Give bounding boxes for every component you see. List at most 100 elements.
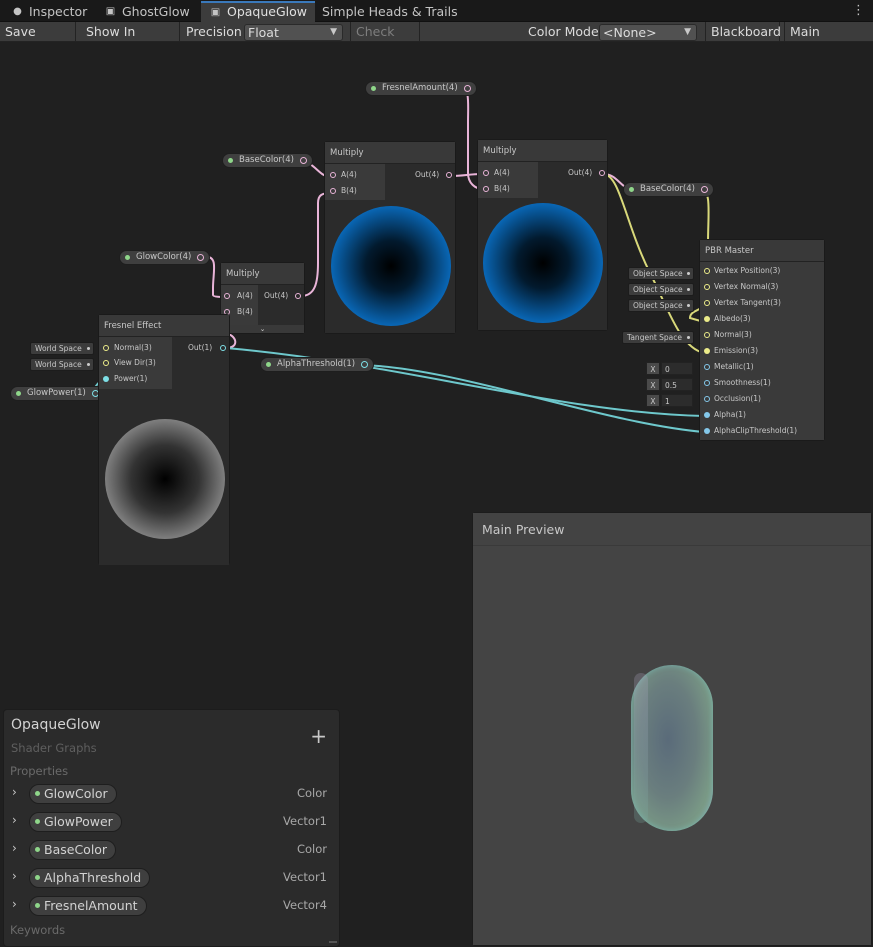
chevron-right-icon[interactable]: ›	[12, 869, 17, 883]
blackboard-toggle-button[interactable]: Blackboard	[705, 22, 781, 42]
output-port[interactable]	[463, 85, 471, 92]
property-node-fresnel-amount[interactable]: FresnelAmount(4)	[365, 81, 477, 96]
multiply-node[interactable]: Multiply A(4) B(4) Out(4) ⌄	[220, 262, 305, 334]
view-space-selector[interactable]: World Space	[30, 358, 94, 371]
main-preview-viewport[interactable]	[473, 546, 871, 945]
blackboard-panel[interactable]: OpaqueGlow Shader Graphs + Properties › …	[3, 709, 340, 947]
node-title: Multiply	[325, 142, 455, 164]
input-port-view-dir[interactable]: View Dir(3)	[103, 356, 156, 370]
show-in-project-button[interactable]: Show In Project	[81, 22, 180, 59]
input-port-normal[interactable]: Normal(3)	[103, 341, 152, 355]
input-port-b[interactable]: B(4)	[330, 184, 357, 198]
tab-simple-heads-trails[interactable]: Simple Heads & Trails	[296, 2, 466, 22]
main-preview-panel[interactable]: Main Preview	[472, 512, 872, 946]
property-pill[interactable]: GlowPower	[29, 812, 122, 832]
output-port[interactable]	[299, 157, 307, 164]
property-pill[interactable]: GlowColor	[29, 784, 117, 804]
input-port-power[interactable]: Power(1)	[103, 372, 147, 386]
input-port-albedo[interactable]: Albedo(3)	[704, 312, 751, 326]
metallic-value[interactable]: 0	[661, 362, 693, 375]
input-port-vertex-tangent[interactable]: Vertex Tangent(3)	[704, 296, 781, 310]
property-pill[interactable]: FresnelAmount	[29, 896, 147, 916]
port-dot	[330, 188, 336, 194]
input-port-vertex-normal[interactable]: Vertex Normal(3)	[704, 280, 778, 294]
property-row[interactable]: › BaseColor Color	[4, 838, 339, 862]
precision-dropdown[interactable]: Float ▼	[244, 24, 343, 41]
input-port-alpha-clip-threshold[interactable]: AlphaClipThreshold(1)	[704, 424, 797, 438]
input-port-occlusion[interactable]: Occlusion(1)	[704, 392, 761, 406]
pbr-master-node[interactable]: PBR Master Vertex Position(3) Vertex Nor…	[699, 239, 825, 441]
input-port-smoothness[interactable]: Smoothness(1)	[704, 376, 771, 390]
vertex-normal-space-selector[interactable]: Object Space	[628, 283, 694, 296]
input-port-alpha[interactable]: Alpha(1)	[704, 408, 746, 422]
port-dot	[295, 293, 301, 299]
chevron-right-icon[interactable]: ›	[12, 841, 17, 855]
check-out-button[interactable]: Check Out	[350, 22, 420, 59]
property-dot	[629, 187, 634, 192]
tab-label: Inspector	[29, 4, 88, 19]
smoothness-value-field[interactable]: X 0.5	[646, 378, 694, 391]
input-port-emission[interactable]: Emission(3)	[704, 344, 758, 358]
property-pill[interactable]: BaseColor	[29, 840, 117, 860]
collapse-chevron-icon[interactable]: ⌄	[221, 325, 304, 333]
property-type: Color	[296, 842, 327, 856]
output-port[interactable]	[700, 186, 708, 193]
vertex-tangent-space-selector[interactable]: Object Space	[628, 299, 694, 312]
property-row[interactable]: › FresnelAmount Vector4	[4, 894, 339, 918]
chevron-down-icon: ▼	[330, 27, 337, 37]
output-port-out[interactable]: Out(4)	[415, 168, 452, 182]
port-label: View Dir(3)	[114, 358, 156, 367]
tab-ghostglow[interactable]: ▣ GhostGlow	[96, 2, 200, 22]
property-dot	[35, 791, 40, 796]
property-row[interactable]: › GlowColor Color	[4, 782, 339, 806]
property-node-glow-color[interactable]: GlowColor(4)	[119, 250, 211, 265]
output-port-out[interactable]: Out(4)	[568, 166, 605, 180]
property-row[interactable]: › AlphaThreshold Vector1	[4, 866, 339, 890]
property-node-glow-power[interactable]: GlowPower(1)	[10, 386, 105, 401]
resize-handle[interactable]	[329, 941, 337, 943]
input-port-vertex-position[interactable]: Vertex Position(3)	[704, 264, 780, 278]
property-node-label: GlowPower(1)	[27, 388, 86, 398]
input-port-a[interactable]: A(4)	[224, 289, 253, 303]
vertex-position-space-selector[interactable]: Object Space	[628, 267, 694, 280]
metallic-value-field[interactable]: X 0	[646, 362, 694, 375]
output-port-out[interactable]: Out(4)	[264, 289, 301, 303]
property-node-base-color[interactable]: BaseColor(4)	[222, 153, 313, 168]
chevron-right-icon[interactable]: ›	[12, 897, 17, 911]
property-type: Vector1	[283, 814, 327, 828]
tab-inspector[interactable]: ● Inspector	[3, 2, 98, 22]
output-port[interactable]	[361, 361, 369, 368]
property-node-base-color[interactable]: BaseColor(4)	[623, 182, 714, 197]
normal-space-selector[interactable]: Tangent Space	[622, 331, 694, 344]
port-dot	[483, 170, 489, 176]
multiply-node[interactable]: Multiply A(4) B(4) Out(4)	[324, 141, 456, 334]
input-port-b[interactable]: B(4)	[483, 182, 510, 196]
property-pill[interactable]: AlphaThreshold	[29, 868, 151, 888]
port-label: Power(1)	[114, 374, 148, 383]
port-label: Smoothness(1)	[714, 378, 771, 387]
smoothness-value[interactable]: 0.5	[661, 378, 693, 391]
property-name: FresnelAmount	[44, 898, 138, 913]
input-port-a[interactable]: A(4)	[330, 168, 357, 182]
property-name: GlowPower	[44, 814, 113, 829]
multiply-node[interactable]: Multiply A(4) B(4) Out(4)	[477, 139, 608, 331]
normal-space-selector[interactable]: World Space	[30, 342, 94, 355]
add-property-button[interactable]: +	[310, 726, 327, 746]
occlusion-value[interactable]: 1	[661, 394, 693, 407]
chevron-right-icon[interactable]: ›	[12, 785, 17, 799]
input-port-metallic[interactable]: Metallic(1)	[704, 360, 754, 374]
chevron-right-icon[interactable]: ›	[12, 813, 17, 827]
output-port-out[interactable]: Out(1)	[188, 341, 226, 355]
more-menu-icon[interactable]: ⋮	[852, 3, 865, 18]
input-port-a[interactable]: A(4)	[483, 166, 510, 180]
color-mode-dropdown[interactable]: <None> ▼	[599, 24, 697, 41]
port-label: Metallic(1)	[714, 362, 754, 371]
occlusion-value-field[interactable]: X 1	[646, 394, 694, 407]
property-row[interactable]: › GlowPower Vector1	[4, 810, 339, 834]
main-preview-toggle-button[interactable]: Main Preview	[784, 22, 873, 59]
property-node-alpha-threshold[interactable]: AlphaThreshold(1)	[260, 357, 375, 372]
fresnel-effect-node[interactable]: Fresnel Effect Normal(3) View Dir(3) Pow…	[98, 314, 230, 565]
input-port-normal[interactable]: Normal(3)	[704, 328, 752, 342]
output-port[interactable]	[197, 254, 205, 261]
save-asset-button[interactable]: Save Asset	[0, 22, 76, 59]
